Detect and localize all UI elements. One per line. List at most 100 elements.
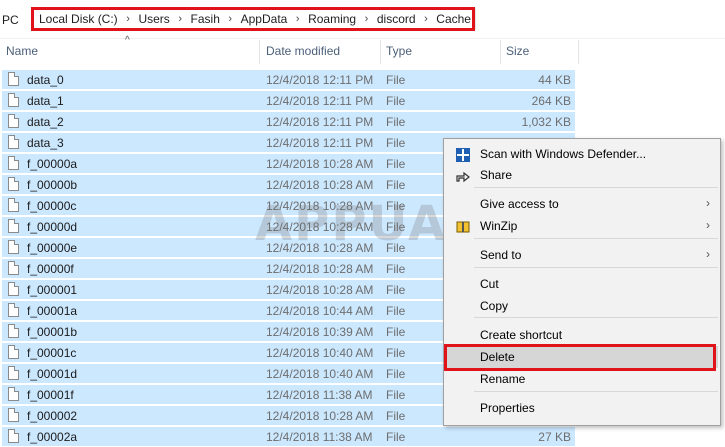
breadcrumb-item[interactable]: Fasih [190,12,221,26]
sort-ascending-icon: ^ [125,35,130,46]
menu-item-label: Rename [480,372,526,386]
file-name: f_00000c [27,199,77,213]
file-name: f_00000f [27,262,74,276]
menu-separator [474,187,718,188]
column-divider[interactable] [380,40,381,64]
file-name: f_00002a [27,430,78,444]
breadcrumb-separator-icon[interactable]: › [417,13,436,25]
menu-item-create-shortcut[interactable]: Create shortcut [446,324,718,346]
file-type: File [386,283,406,297]
file-date-modified: 12/4/2018 10:28 AM [266,262,374,276]
file-type: File [386,388,406,402]
file-name: f_000002 [27,409,78,423]
file-type: File [386,262,406,276]
file-size: 44 KB [538,73,571,87]
file-name: data_2 [27,115,64,129]
file-type: File [386,136,406,150]
file-type: File [386,325,406,339]
breadcrumb-item[interactable]: Local Disk (C:) [38,12,119,26]
menu-item-delete[interactable]: Delete [446,346,718,368]
menu-item-properties[interactable]: Properties [446,397,718,419]
breadcrumb-separator-icon[interactable]: › [288,13,307,25]
address-bar[interactable]: PC Local Disk (C:) › Users › Fasih › AppData › R… [0,0,725,39]
column-name[interactable]: Name [6,44,38,58]
file-icon [8,114,19,128]
column-divider[interactable] [259,40,260,64]
breadcrumb-item[interactable]: Cache [435,12,472,26]
file-icon [8,177,19,191]
file-date-modified: 12/4/2018 10:28 AM [266,199,374,213]
menu-item-send-to[interactable]: Send to › [446,244,718,266]
file-name: f_00000b [27,178,78,192]
file-size: 264 KB [531,94,571,108]
file-date-modified: 12/4/2018 10:28 AM [266,178,374,192]
file-row[interactable]: data_1 12/4/2018 12:11 PM File 264 KB [2,91,575,111]
breadcrumb-item[interactable]: AppData [240,12,289,26]
breadcrumb-item[interactable]: Users [137,12,170,26]
breadcrumb: Local Disk (C:) › Users › Fasih › AppData › Roam… [31,7,475,31]
file-type: File [386,241,406,255]
breadcrumb-pc[interactable]: PC [2,13,19,27]
file-icon [8,282,19,296]
breadcrumb-item[interactable]: Roaming [307,12,357,26]
breadcrumb-separator-icon[interactable]: › [221,13,240,25]
breadcrumb-separator-icon[interactable]: › [357,13,376,25]
file-row[interactable]: data_2 12/4/2018 12:11 PM File 1,032 KB [2,112,575,132]
address-bar-empty[interactable] [475,8,725,30]
file-icon [8,261,19,275]
menu-item-label: WinZip [480,219,518,233]
file-type: File [386,367,406,381]
menu-item-winzip[interactable]: WinZip › [446,215,718,237]
column-date-modified[interactable]: Date modified [266,44,340,58]
menu-separator [474,267,718,268]
menu-item-share[interactable]: Share [446,164,718,186]
file-name: f_00001f [27,388,74,402]
file-icon [8,408,19,422]
file-date-modified: 12/4/2018 10:28 AM [266,220,374,234]
breadcrumb-item[interactable]: discord [376,12,417,26]
file-name: f_00000a [27,157,78,171]
file-type: File [386,94,406,108]
file-date-modified: 12/4/2018 10:44 AM [266,304,374,318]
column-header: ^ Name Date modified Type Size [0,35,725,64]
file-type: File [386,430,406,444]
menu-item-cut[interactable]: Cut [446,273,718,295]
column-divider[interactable] [578,40,579,64]
file-row[interactable]: f_00002a 12/4/2018 11:38 AM File 27 KB [2,427,575,447]
file-date-modified: 12/4/2018 11:38 AM [266,430,373,444]
file-type: File [386,115,406,129]
breadcrumb-separator-icon[interactable]: › [171,13,190,25]
file-icon [8,303,19,317]
file-icon [8,366,19,380]
context-menu: Scan with Windows Defender... Share Give a… [443,138,721,426]
file-row[interactable]: data_0 12/4/2018 12:11 PM File 44 KB [2,70,575,90]
menu-item-label: Delete [480,350,515,364]
file-type: File [386,409,406,423]
file-type: File [386,157,406,171]
file-date-modified: 12/4/2018 10:39 AM [266,325,374,339]
breadcrumb-separator-icon[interactable]: › [119,13,138,25]
menu-item-copy[interactable]: Copy [446,295,718,317]
menu-item-label: Send to [480,248,522,262]
file-icon [8,240,19,254]
column-type[interactable]: Type [386,44,412,58]
menu-item-label: Create shortcut [480,328,563,342]
file-date-modified: 12/4/2018 10:40 AM [266,367,374,381]
menu-item-rename[interactable]: Rename [446,368,718,390]
file-date-modified: 12/4/2018 10:28 AM [266,241,374,255]
file-icon [8,156,19,170]
file-size: 27 KB [538,430,571,444]
column-size[interactable]: Size [506,44,529,58]
menu-item-scan-with-windows-defender[interactable]: Scan with Windows Defender... [446,143,718,165]
windows-defender-icon [455,147,471,163]
file-icon [8,198,19,212]
menu-item-give-access-to[interactable]: Give access to › [446,193,718,215]
file-name: data_1 [27,94,64,108]
winzip-icon [455,219,471,235]
file-size: 1,032 KB [521,115,571,129]
file-name: f_00001c [27,346,77,360]
file-type: File [386,220,406,234]
column-divider[interactable] [500,40,501,64]
file-date-modified: 12/4/2018 10:28 AM [266,283,374,297]
file-type: File [386,73,406,87]
